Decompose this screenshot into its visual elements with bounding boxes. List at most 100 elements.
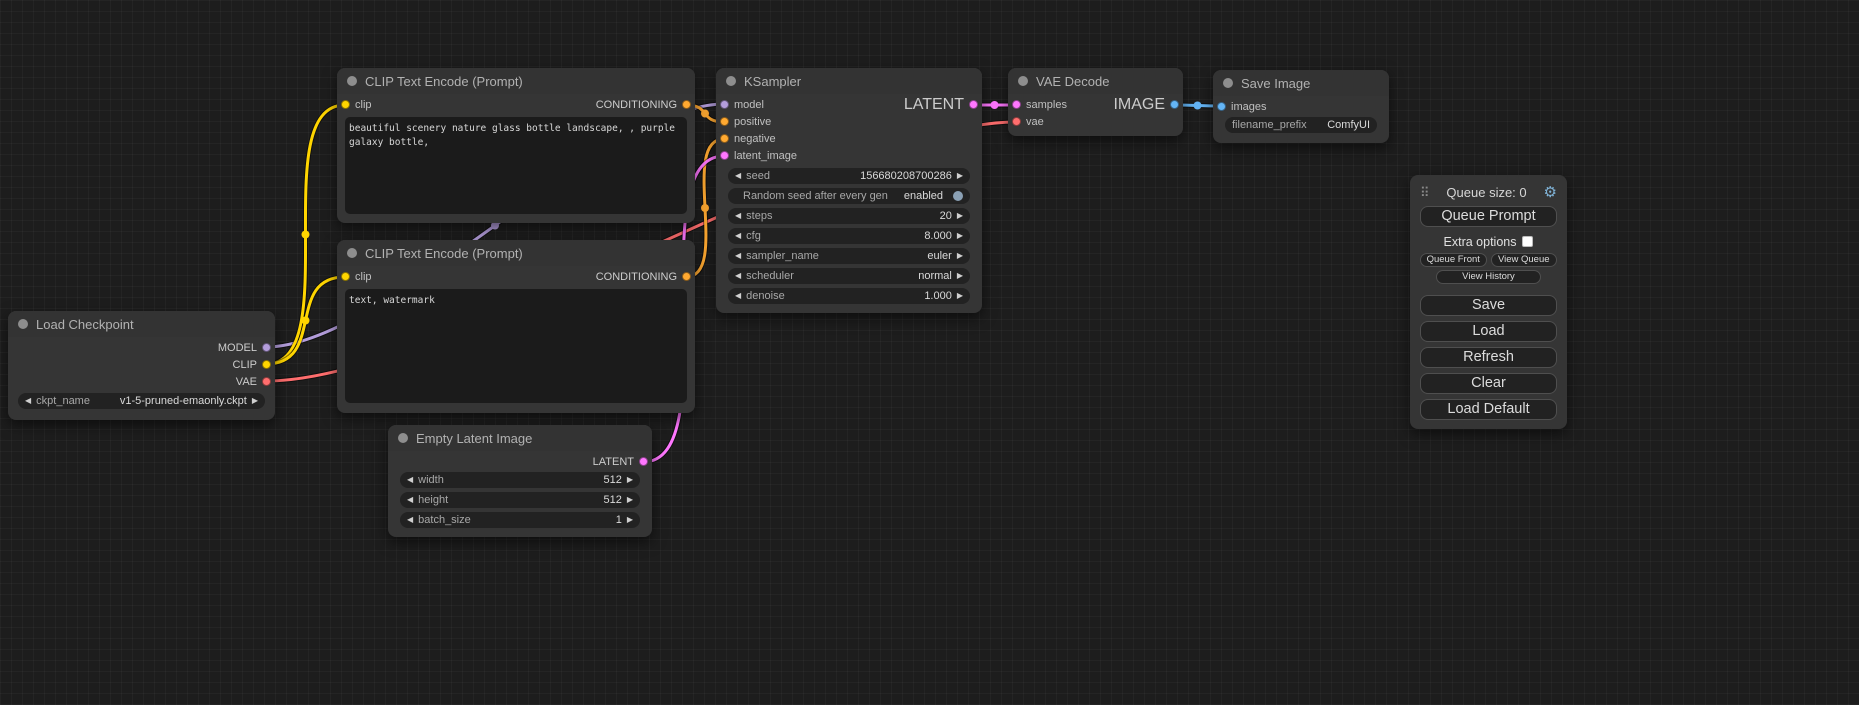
increment-arrow-icon[interactable]: ▶ (957, 172, 963, 180)
widget-batch-size[interactable]: ◀ batch_size 1 ▶ (400, 512, 640, 528)
slot-dot-negative[interactable] (720, 134, 729, 143)
increment-arrow-icon[interactable]: ▶ (627, 516, 633, 524)
extra-options-checkbox[interactable] (1522, 236, 1533, 247)
load-button[interactable]: Load (1420, 321, 1557, 342)
decrement-arrow-icon[interactable]: ◀ (735, 212, 741, 220)
widget-height[interactable]: ◀ height 512 ▶ (400, 492, 640, 508)
input-slot-latent-image[interactable]: latent_image (720, 147, 797, 164)
increment-arrow-icon[interactable]: ▶ (957, 212, 963, 220)
view-queue-button[interactable]: View Queue (1491, 253, 1558, 267)
node-load-checkpoint[interactable]: Load Checkpoint MODEL CLIP VAE ◀ ckpt_na… (8, 311, 275, 420)
widget-steps[interactable]: ◀ steps 20 ▶ (728, 208, 970, 224)
slot-dot-vae[interactable] (1012, 117, 1021, 126)
widget-sampler-name[interactable]: ◀ sampler_name euler ▶ (728, 248, 970, 264)
load-default-button[interactable]: Load Default (1420, 399, 1557, 420)
widget-denoise[interactable]: ◀ denoise 1.000 ▶ (728, 288, 970, 304)
settings-gear-icon[interactable]: ⚙ (1544, 185, 1557, 200)
decrement-arrow-icon[interactable]: ◀ (407, 516, 413, 524)
widget-scheduler[interactable]: ◀ scheduler normal ▶ (728, 268, 970, 284)
node-title-bar[interactable]: Save Image (1213, 70, 1389, 96)
input-slot-clip[interactable]: clip (341, 268, 372, 285)
increment-arrow-icon[interactable]: ▶ (957, 232, 963, 240)
slot-dot-latent[interactable] (639, 457, 648, 466)
slot-dot-images[interactable] (1217, 102, 1226, 111)
output-slot-clip[interactable]: CLIP (8, 356, 275, 373)
node-title-bar[interactable]: VAE Decode (1008, 68, 1183, 94)
node-title-bar[interactable]: KSampler (716, 68, 982, 94)
decrement-arrow-icon[interactable]: ◀ (407, 496, 413, 504)
slot-dot-latent-image[interactable] (720, 151, 729, 160)
input-slot-model[interactable]: model (720, 96, 764, 113)
clip-negative-link-midpoint-dot[interactable] (302, 317, 310, 325)
increment-arrow-icon[interactable]: ▶ (957, 292, 963, 300)
node-empty-latent-image[interactable]: Empty Latent Image LATENT ◀ width 512 ▶ … (388, 425, 652, 537)
slot-dot-clip[interactable] (341, 272, 350, 281)
latent-out-link-midpoint-dot[interactable] (991, 101, 999, 109)
decrement-arrow-icon[interactable]: ◀ (735, 172, 741, 180)
decrement-arrow-icon[interactable]: ◀ (25, 397, 31, 405)
widget-cfg[interactable]: ◀ cfg 8.000 ▶ (728, 228, 970, 244)
drag-handle-icon[interactable]: ⠿ (1420, 186, 1430, 199)
output-slot-model[interactable]: MODEL (8, 339, 275, 356)
increment-arrow-icon[interactable]: ▶ (252, 397, 258, 405)
refresh-button[interactable]: Refresh (1420, 347, 1557, 368)
slot-dot-model[interactable] (262, 343, 271, 352)
output-slot-image[interactable]: IMAGE (1113, 96, 1179, 113)
node-title-bar[interactable]: Empty Latent Image (388, 425, 652, 451)
decrement-arrow-icon[interactable]: ◀ (735, 292, 741, 300)
input-slot-negative[interactable]: negative (720, 130, 776, 147)
slot-dot-conditioning[interactable] (682, 272, 691, 281)
output-slot-conditioning[interactable]: CONDITIONING (596, 268, 691, 285)
decrement-arrow-icon[interactable]: ◀ (735, 232, 741, 240)
decrement-arrow-icon[interactable]: ◀ (735, 252, 741, 260)
collapse-dot-icon[interactable] (18, 319, 28, 329)
collapse-dot-icon[interactable] (726, 76, 736, 86)
positive-cond-link-midpoint-dot[interactable] (701, 110, 709, 118)
slot-dot-samples[interactable] (1012, 100, 1021, 109)
node-title-bar[interactable]: CLIP Text Encode (Prompt) (337, 68, 695, 94)
node-vae-decode[interactable]: VAE Decode IMAGE samples vae (1008, 68, 1183, 136)
increment-arrow-icon[interactable]: ▶ (957, 252, 963, 260)
output-slot-latent[interactable]: LATENT (904, 96, 978, 113)
input-slot-images[interactable]: images (1217, 98, 1266, 115)
node-ksampler[interactable]: KSampler LATENT model positive negative (716, 68, 982, 313)
node-save-image[interactable]: Save Image images filename_prefix ComfyU… (1213, 70, 1389, 143)
increment-arrow-icon[interactable]: ▶ (627, 496, 633, 504)
negative-prompt-textarea[interactable]: text, watermark (345, 289, 687, 403)
slot-dot-conditioning[interactable] (682, 100, 691, 109)
save-button[interactable]: Save (1420, 295, 1557, 316)
output-slot-conditioning[interactable]: CONDITIONING (596, 96, 691, 113)
clear-button[interactable]: Clear (1420, 373, 1557, 394)
slot-dot-vae[interactable] (262, 377, 271, 386)
input-slot-positive[interactable]: positive (720, 113, 771, 130)
widget-seed[interactable]: ◀ seed 156680208700286 ▶ (728, 168, 970, 184)
output-slot-vae[interactable]: VAE (8, 373, 275, 390)
slot-dot-positive[interactable] (720, 117, 729, 126)
node-clip-text-encode-positive[interactable]: CLIP Text Encode (Prompt) clip CONDITION… (337, 68, 695, 223)
collapse-dot-icon[interactable] (347, 248, 357, 258)
slot-dot-clip[interactable] (341, 100, 350, 109)
node-title-bar[interactable]: CLIP Text Encode (Prompt) (337, 240, 695, 266)
input-slot-clip[interactable]: clip (341, 96, 372, 113)
collapse-dot-icon[interactable] (1223, 78, 1233, 88)
widget-filename-prefix[interactable]: filename_prefix ComfyUI (1225, 117, 1377, 133)
decrement-arrow-icon[interactable]: ◀ (407, 476, 413, 484)
node-title-bar[interactable]: Load Checkpoint (8, 311, 275, 337)
queue-prompt-button[interactable]: Queue Prompt (1420, 206, 1557, 227)
queue-front-button[interactable]: Queue Front (1420, 253, 1487, 267)
slot-dot-image[interactable] (1170, 100, 1179, 109)
negative-cond-link-midpoint-dot[interactable] (701, 204, 709, 212)
increment-arrow-icon[interactable]: ▶ (957, 272, 963, 280)
clip-positive-link-midpoint-dot[interactable] (302, 231, 310, 239)
slot-dot-latent[interactable] (969, 100, 978, 109)
widget-random-seed-toggle[interactable]: Random seed after every gen enabled (728, 188, 970, 204)
output-slot-latent[interactable]: LATENT (388, 453, 652, 470)
view-history-button[interactable]: View History (1436, 270, 1540, 284)
input-slot-samples[interactable]: samples (1012, 96, 1067, 113)
input-slot-vae[interactable]: vae (1012, 113, 1044, 130)
widget-ckpt-name[interactable]: ◀ ckpt_name v1-5-pruned-emaonly.ckpt ▶ (18, 393, 265, 409)
collapse-dot-icon[interactable] (1018, 76, 1028, 86)
positive-prompt-textarea[interactable]: beautiful scenery nature glass bottle la… (345, 117, 687, 214)
increment-arrow-icon[interactable]: ▶ (627, 476, 633, 484)
collapse-dot-icon[interactable] (347, 76, 357, 86)
